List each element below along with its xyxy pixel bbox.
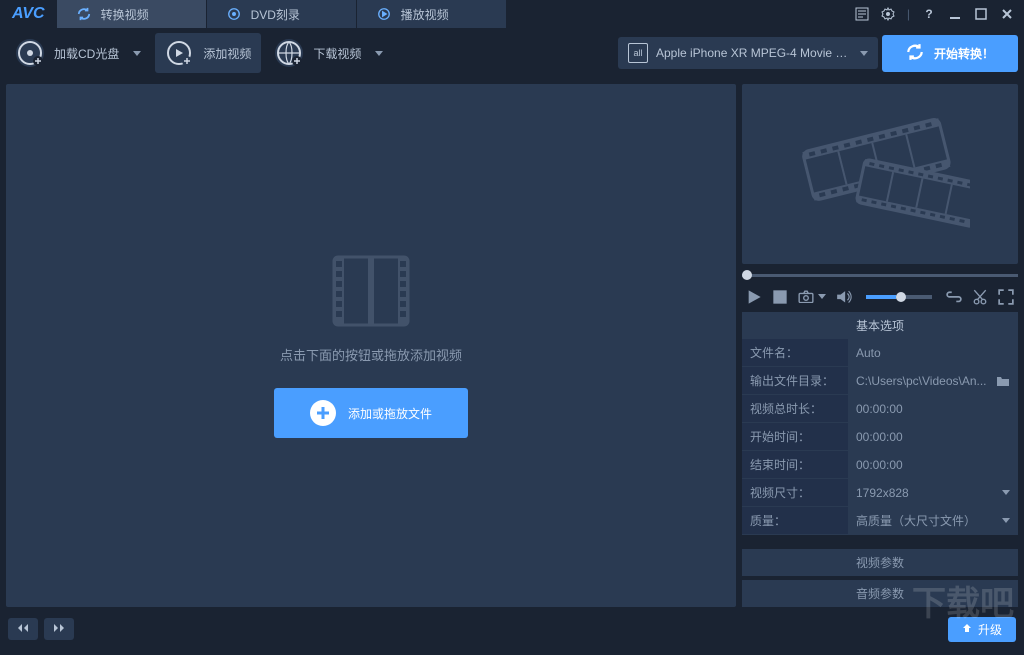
video-drop-area[interactable]: 点击下面的按钮或拖放添加视频 添加或拖放文件 xyxy=(6,84,736,607)
start-convert-button[interactable]: 开始转换！ xyxy=(882,35,1018,72)
quality-select[interactable]: 高质量（大尺寸文件） xyxy=(848,507,1018,534)
snapshot-button[interactable] xyxy=(798,289,814,305)
tab-label: 播放视频 xyxy=(401,6,449,23)
video-plus-icon xyxy=(165,39,193,67)
prop-label: 质量： xyxy=(742,507,848,534)
cut-icon[interactable] xyxy=(972,289,988,305)
format-all-icon: all xyxy=(628,43,648,63)
button-label: 加载CD光盘 xyxy=(54,45,119,62)
refresh-icon xyxy=(906,43,924,64)
help-icon[interactable]: ? xyxy=(922,7,936,21)
audio-params-accordion[interactable]: 音频参数 xyxy=(742,580,1018,607)
disc-icon xyxy=(227,7,241,21)
drop-hint: 点击下面的按钮或拖放添加视频 xyxy=(280,345,462,364)
tab-dvd[interactable]: DVD刻录 xyxy=(207,0,357,28)
total-duration-value: 00:00:00 xyxy=(848,395,1018,422)
tab-convert[interactable]: 转换视频 xyxy=(57,0,207,28)
prop-label: 结束时间： xyxy=(742,451,848,478)
tab-label: 转换视频 xyxy=(101,6,149,23)
button-label: 升级 xyxy=(978,621,1002,638)
globe-plus-icon xyxy=(275,39,303,67)
props-header: 基本选项 xyxy=(742,312,1018,339)
filename-value[interactable]: Auto xyxy=(848,339,1018,366)
refresh-icon xyxy=(77,7,91,21)
volume-icon[interactable] xyxy=(836,289,852,305)
upgrade-button[interactable]: 升级 xyxy=(948,617,1016,642)
chevron-down-icon xyxy=(1002,518,1010,523)
link-icon[interactable] xyxy=(946,289,962,305)
slider-thumb[interactable] xyxy=(742,270,752,280)
maximize-icon[interactable] xyxy=(974,7,988,21)
close-icon[interactable] xyxy=(1000,7,1014,21)
tab-play[interactable]: 播放视频 xyxy=(357,0,507,28)
chevron-down-icon xyxy=(860,51,868,56)
volume-slider[interactable] xyxy=(866,295,932,299)
button-label: 添加视频 xyxy=(203,45,251,62)
outdir-value[interactable]: C:\Users\pc\Videos\An... xyxy=(848,367,1018,394)
gear-icon[interactable] xyxy=(881,7,895,21)
prop-label: 文件名： xyxy=(742,339,848,366)
minimize-icon[interactable] xyxy=(948,7,962,21)
seek-slider[interactable] xyxy=(742,270,1018,280)
play-icon xyxy=(377,7,391,21)
expand-icon[interactable] xyxy=(998,289,1014,305)
cd-plus-icon xyxy=(16,39,44,67)
end-time-value[interactable]: 00:00:00 xyxy=(848,451,1018,478)
preview-panel xyxy=(742,84,1018,264)
button-label: 添加或拖放文件 xyxy=(348,405,432,422)
button-label: 开始转换！ xyxy=(934,45,994,62)
filmreel-icon xyxy=(790,104,970,244)
expand-right-button[interactable] xyxy=(44,618,74,640)
video-size-select[interactable]: 1792x828 xyxy=(848,479,1018,506)
filmstrip-icon xyxy=(326,253,416,329)
prop-label: 视频总时长： xyxy=(742,395,848,422)
add-file-button[interactable]: 添加或拖放文件 xyxy=(274,388,468,438)
tab-label: DVD刻录 xyxy=(251,6,300,23)
app-logo: AVC xyxy=(0,5,57,23)
load-cd-button[interactable]: 加载CD光盘 xyxy=(6,33,151,73)
list-icon[interactable] xyxy=(855,7,869,21)
output-profile-select[interactable]: all Apple iPhone XR MPEG-4 Movie (*.m... xyxy=(618,37,878,69)
prop-label: 输出文件目录： xyxy=(742,367,848,394)
chevron-down-icon xyxy=(1002,490,1010,495)
download-video-button[interactable]: 下载视频 xyxy=(265,33,393,73)
play-button[interactable] xyxy=(746,289,762,305)
folder-icon[interactable] xyxy=(996,375,1010,387)
stop-button[interactable] xyxy=(772,289,788,305)
up-arrow-icon xyxy=(962,622,972,636)
profile-label: Apple iPhone XR MPEG-4 Movie (*.m... xyxy=(656,46,848,60)
chevron-down-icon[interactable] xyxy=(818,294,826,299)
add-video-button[interactable]: 添加视频 xyxy=(155,33,261,73)
start-time-value[interactable]: 00:00:00 xyxy=(848,423,1018,450)
prop-label: 开始时间： xyxy=(742,423,848,450)
plus-circle-icon xyxy=(310,400,336,426)
chevron-down-icon xyxy=(133,51,141,56)
video-params-accordion[interactable]: 视频参数 xyxy=(742,549,1018,576)
collapse-left-button[interactable] xyxy=(8,618,38,640)
chevron-down-icon xyxy=(375,51,383,56)
prop-label: 视频尺寸： xyxy=(742,479,848,506)
button-label: 下载视频 xyxy=(313,45,361,62)
